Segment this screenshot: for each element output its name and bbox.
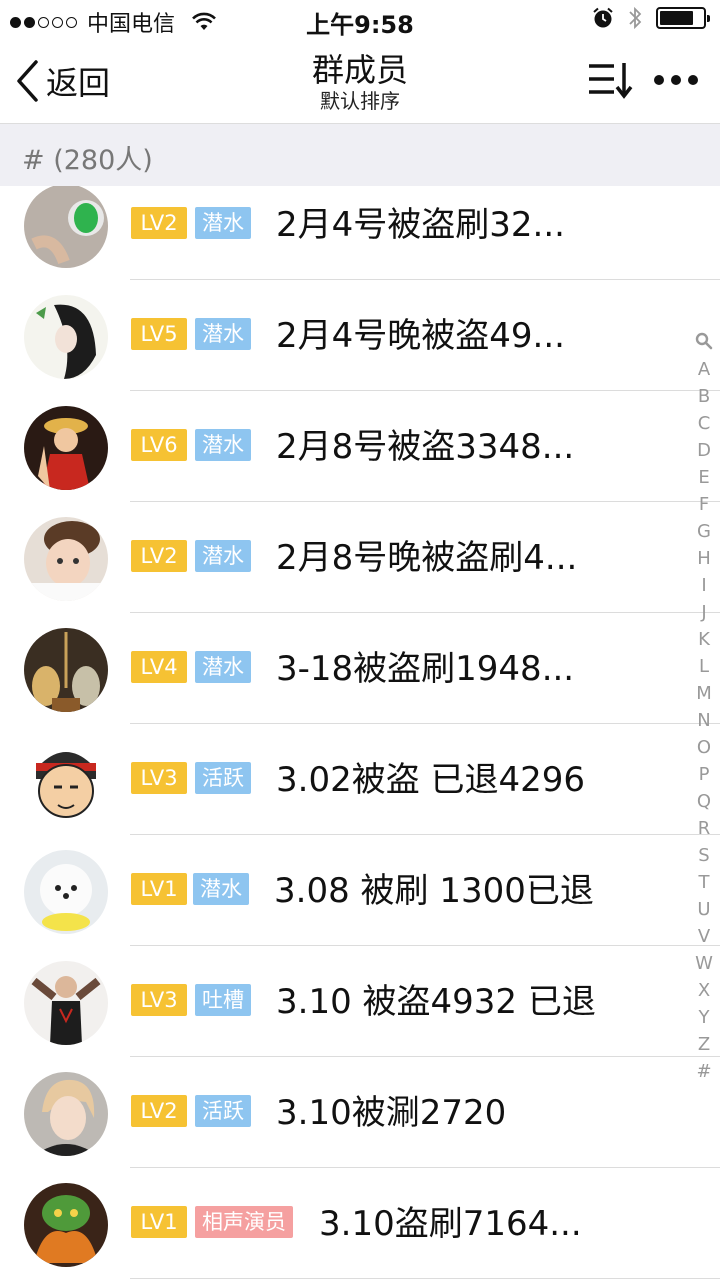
index-letter[interactable]: L bbox=[699, 653, 709, 680]
index-letter[interactable]: H bbox=[697, 545, 711, 572]
index-letter[interactable]: # bbox=[696, 1058, 711, 1085]
sort-icon bbox=[589, 63, 633, 99]
member-row[interactable]: LV2 活跃 3.10被涮2720 bbox=[0, 1057, 720, 1168]
index-letter[interactable]: Z bbox=[698, 1031, 710, 1058]
search-icon[interactable] bbox=[695, 332, 713, 350]
alarm-clock-icon bbox=[593, 7, 613, 28]
status-badge: 相声演员 bbox=[195, 1206, 293, 1238]
member-name: 2月8号被盗3348... bbox=[276, 427, 575, 467]
level-badge: LV4 bbox=[131, 651, 187, 683]
status-badge: 潜水 bbox=[195, 318, 251, 350]
more-dots-icon bbox=[654, 75, 664, 85]
member-row[interactable]: LV2 潜水 2月4号被盗刷32... bbox=[0, 186, 720, 280]
index-letter[interactable]: G bbox=[697, 518, 711, 545]
avatar bbox=[24, 186, 108, 268]
index-letter[interactable]: P bbox=[699, 761, 710, 788]
section-header: # (280人) bbox=[0, 124, 720, 186]
level-badge: LV3 bbox=[131, 762, 187, 794]
avatar bbox=[24, 961, 108, 1045]
member-row[interactable]: LV3 活跃 3.02被盗 已退4296 bbox=[0, 724, 720, 835]
index-letter[interactable]: C bbox=[698, 410, 711, 437]
index-letter[interactable]: Y bbox=[699, 1004, 710, 1031]
index-letter[interactable]: I bbox=[701, 572, 706, 599]
avatar bbox=[24, 517, 108, 601]
member-row[interactable]: LV4 潜水 3-18被盗刷1948... bbox=[0, 613, 720, 724]
index-letter[interactable]: S bbox=[698, 842, 709, 869]
level-badge: LV2 bbox=[131, 1095, 187, 1127]
member-row[interactable]: LV2 潜水 2月8号晚被盗刷4... bbox=[0, 502, 720, 613]
member-row[interactable]: LV5 潜水 2月4号晚被盗49... bbox=[0, 280, 720, 391]
index-letter[interactable]: V bbox=[698, 923, 710, 950]
index-letter[interactable]: D bbox=[697, 437, 711, 464]
index-letter[interactable]: B bbox=[698, 383, 710, 410]
index-letter[interactable]: M bbox=[696, 680, 712, 707]
level-badge: LV2 bbox=[131, 207, 187, 239]
member-row[interactable]: LV1 相声演员 3.10盗刷7164... bbox=[0, 1168, 720, 1279]
index-letter[interactable]: J bbox=[701, 599, 706, 626]
status-bar-right bbox=[592, 6, 710, 30]
index-letter[interactable]: Q bbox=[697, 788, 711, 815]
member-name: 2月4号被盗刷32... bbox=[276, 205, 565, 245]
sort-button[interactable] bbox=[586, 60, 634, 100]
index-letter[interactable]: R bbox=[698, 815, 711, 842]
status-badge: 活跃 bbox=[195, 1095, 251, 1127]
section-header-label: # (280人) bbox=[22, 145, 153, 176]
index-letter[interactable]: F bbox=[699, 491, 709, 518]
level-badge: LV3 bbox=[131, 984, 187, 1016]
index-letter[interactable]: U bbox=[697, 896, 710, 923]
level-badge: LV5 bbox=[131, 318, 187, 350]
index-letter[interactable]: O bbox=[697, 734, 711, 761]
status-badge: 潜水 bbox=[195, 651, 251, 683]
member-name: 2月8号晚被盗刷4... bbox=[276, 538, 578, 578]
level-badge: LV6 bbox=[131, 429, 187, 461]
member-name: 3.10 被盗4932 已退 bbox=[276, 982, 596, 1022]
member-row[interactable]: LV1 潜水 3.08 被刷 1300已退 bbox=[0, 835, 720, 946]
avatar bbox=[24, 628, 108, 712]
member-name: 3.02被盗 已退4296 bbox=[276, 760, 586, 800]
avatar bbox=[24, 850, 108, 934]
member-name: 3.08 被刷 1300已退 bbox=[274, 871, 594, 911]
member-name: 3-18被盗刷1948... bbox=[276, 649, 575, 689]
status-bar: 中国电信 上午9:58 bbox=[0, 0, 720, 39]
bluetooth-icon bbox=[629, 6, 642, 30]
member-name: 3.10盗刷7164... bbox=[319, 1204, 582, 1244]
avatar bbox=[24, 406, 108, 490]
member-list[interactable]: LV2 潜水 2月4号被盗刷32... LV5 潜水 2月4号晚被盗49... … bbox=[0, 186, 720, 1280]
index-letter[interactable]: X bbox=[698, 977, 710, 1004]
index-letter[interactable]: W bbox=[695, 950, 713, 977]
status-badge: 潜水 bbox=[195, 540, 251, 572]
member-name: 3.10被涮2720 bbox=[276, 1093, 507, 1133]
level-badge: LV2 bbox=[131, 540, 187, 572]
avatar bbox=[24, 295, 108, 379]
level-badge: LV1 bbox=[131, 1206, 187, 1238]
battery-icon bbox=[656, 7, 710, 29]
navigation-bar: 返回 群成员 默认排序 bbox=[0, 38, 720, 124]
member-name: 2月4号晚被盗49... bbox=[276, 316, 565, 356]
index-letter[interactable]: E bbox=[698, 464, 709, 491]
member-row[interactable]: LV6 潜水 2月8号被盗3348... bbox=[0, 391, 720, 502]
index-letter[interactable]: K bbox=[698, 626, 710, 653]
status-badge: 潜水 bbox=[193, 873, 249, 905]
avatar bbox=[24, 1183, 108, 1267]
more-button[interactable] bbox=[654, 68, 698, 92]
status-badge: 吐槽 bbox=[195, 984, 251, 1016]
alphabet-index[interactable]: A B C D E F G H I J K L M N O P Q R S T U V W X Y Z # bbox=[692, 332, 716, 1085]
member-row[interactable]: LV3 吐槽 3.10 被盗4932 已退 bbox=[0, 946, 720, 1057]
index-letter[interactable]: A bbox=[698, 356, 710, 383]
index-letter[interactable]: N bbox=[697, 707, 710, 734]
index-letter[interactable]: T bbox=[699, 869, 710, 896]
avatar bbox=[24, 1072, 108, 1156]
avatar bbox=[24, 739, 108, 823]
status-badge: 活跃 bbox=[195, 762, 251, 794]
status-badge: 潜水 bbox=[195, 429, 251, 461]
level-badge: LV1 bbox=[131, 873, 187, 905]
status-badge: 潜水 bbox=[195, 207, 251, 239]
